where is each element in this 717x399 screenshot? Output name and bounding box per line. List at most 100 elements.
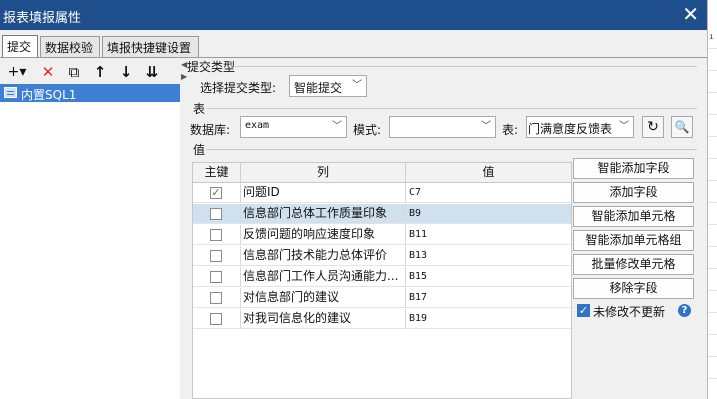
table-row[interactable]: 对我司信息化的建议 B19 [193, 309, 571, 329]
table-row[interactable]: 信息部门总体工作质量印象 B9 [193, 204, 571, 224]
refresh-icon[interactable]: ↻ [642, 116, 664, 138]
chevron-down-icon: ﹀ [332, 121, 342, 132]
database-value: exam [245, 120, 270, 131]
key-checkbox[interactable] [210, 292, 222, 304]
table-row[interactable]: 反馈问题的响应速度印象 B11 [193, 225, 571, 245]
database-select[interactable]: exam ﹀ [240, 116, 347, 138]
sort-icon[interactable]: ⇊ [142, 62, 162, 82]
section-divider [207, 149, 697, 150]
key-cell [193, 225, 241, 245]
column-cell[interactable]: 对我司信息化的建议 [241, 309, 406, 329]
delete-icon[interactable]: ✕ [38, 62, 58, 82]
tab-shortcut-settings[interactable]: 填报快捷键设置 [102, 36, 199, 58]
background-gridline [708, 136, 717, 137]
table-row[interactable]: 信息部门工作人员沟通能力... B15 [193, 267, 571, 287]
key-checkbox[interactable]: ✓ [210, 187, 222, 199]
background-gridline [708, 334, 717, 335]
background-gridline [708, 202, 717, 203]
background-gridline [708, 48, 717, 49]
submit-type-value: 智能提交 [294, 81, 343, 95]
chevron-down-icon: ﹀ [481, 121, 491, 132]
value-cell[interactable]: B17 [406, 288, 571, 308]
key-cell [193, 246, 241, 266]
column-header-column[interactable]: 列 [241, 163, 406, 183]
tab-submit[interactable]: 提交 [2, 35, 38, 58]
batch-edit-cell-button[interactable]: 批量修改单元格 [573, 254, 694, 275]
submit-type-section-label: 提交类型 [187, 60, 236, 74]
value-cell[interactable]: B19 [406, 309, 571, 329]
table-row[interactable]: ✓ 问题ID C7 [193, 183, 571, 203]
value-cell[interactable]: B9 [406, 204, 571, 224]
column-cell[interactable]: 信息部门总体工作质量印象 [241, 204, 406, 224]
column-header-value[interactable]: 值 [406, 163, 571, 183]
database-label: 数据库: [190, 123, 231, 137]
value-cell[interactable]: B15 [406, 267, 571, 287]
dialog-window: 报表填报属性 ✕ 提交 数据校验 填报快捷键设置 +▾ ✕ ⧉ ↑ ↓ ⇊ 内置… [0, 0, 707, 399]
key-cell [193, 288, 241, 308]
background-gridline [708, 356, 717, 357]
table-label: 表: [502, 123, 519, 137]
background-gridline [708, 92, 717, 93]
background-gridline [708, 290, 717, 291]
submit-tree: 内置SQL1 [0, 84, 180, 399]
close-icon[interactable]: ✕ [682, 3, 699, 25]
chevron-down-icon: ﹀ [619, 121, 629, 132]
value-cell[interactable]: B11 [406, 225, 571, 245]
column-cell[interactable]: 对信息部门的建议 [241, 288, 406, 308]
key-checkbox[interactable] [210, 313, 222, 325]
key-checkbox[interactable] [210, 250, 222, 262]
dialog-title: 报表填报属性 [3, 11, 82, 26]
key-checkbox[interactable] [210, 229, 222, 241]
add-field-button[interactable]: 添加字段 [573, 182, 694, 203]
key-checkbox[interactable] [210, 271, 222, 283]
chevron-down-icon: ﹀ [352, 80, 362, 91]
help-icon[interactable]: ? [678, 304, 691, 317]
key-checkbox[interactable] [210, 208, 222, 220]
column-cell[interactable]: 信息部门工作人员沟通能力... [241, 267, 406, 287]
column-cell[interactable]: 反馈问题的响应速度印象 [241, 225, 406, 245]
background-gridline [708, 158, 717, 159]
tab-data-validation[interactable]: 数据校验 [40, 36, 100, 58]
table-select[interactable]: 门满意度反馈表 ﹀ [526, 116, 634, 138]
remove-field-button[interactable]: 移除字段 [573, 278, 694, 299]
add-icon[interactable]: +▾ [4, 62, 30, 82]
background-gridline [708, 378, 717, 379]
column-header-key[interactable]: 主键 [193, 163, 241, 183]
table-row[interactable]: 对信息部门的建议 B17 [193, 288, 571, 308]
move-down-icon[interactable]: ↓ [116, 62, 136, 82]
key-cell [193, 309, 241, 329]
table-icon [4, 87, 17, 98]
values-section-label: 值 [193, 143, 206, 157]
submit-list-panel: +▾ ✕ ⧉ ↑ ↓ ⇊ 内置SQL1 [0, 58, 182, 399]
column-cell[interactable]: 信息部门技术能力总体评价 [241, 246, 406, 266]
submit-type-select[interactable]: 智能提交 ﹀ [289, 75, 367, 97]
key-cell [193, 204, 241, 224]
section-divider [235, 66, 697, 67]
tree-item-sql1[interactable]: 内置SQL1 [0, 84, 180, 102]
column-cell[interactable]: 问题ID [241, 183, 406, 203]
table-section-label: 表 [193, 102, 206, 116]
preview-icon[interactable]: 🔍 [671, 116, 693, 138]
tab-strip: 提交 数据校验 填报快捷键设置 [0, 35, 707, 58]
tree-item-label: 内置SQL1 [21, 88, 77, 102]
background-gridline [708, 224, 717, 225]
submit-type-label: 选择提交类型: [200, 81, 277, 95]
value-cell[interactable]: C7 [406, 183, 571, 203]
key-cell: ✓ [193, 183, 241, 203]
smart-add-cell-group-button[interactable]: 智能添加单元格组 [573, 230, 694, 251]
background-gridline [708, 312, 717, 313]
schema-select[interactable]: ﹀ [389, 116, 496, 138]
value-cell[interactable]: B13 [406, 246, 571, 266]
no-update-unmodified-checkbox[interactable]: ✓ [577, 304, 590, 317]
no-update-unmodified-label: 未修改不更新 [593, 305, 666, 319]
title-bar: 报表填报属性 ✕ [0, 0, 707, 30]
table-row[interactable]: 信息部门技术能力总体评价 B13 [193, 246, 571, 266]
smart-add-cell-button[interactable]: 智能添加单元格 [573, 206, 694, 227]
move-up-icon[interactable]: ↑ [90, 62, 110, 82]
smart-add-field-button[interactable]: 智能添加字段 [573, 158, 694, 179]
copy-icon[interactable]: ⧉ [64, 62, 84, 82]
background-gridline [708, 114, 717, 115]
table-value: 门满意度反馈表 [528, 122, 613, 136]
panel-splitter[interactable]: ◀ ▶ [180, 58, 187, 399]
schema-label: 模式: [353, 123, 382, 137]
